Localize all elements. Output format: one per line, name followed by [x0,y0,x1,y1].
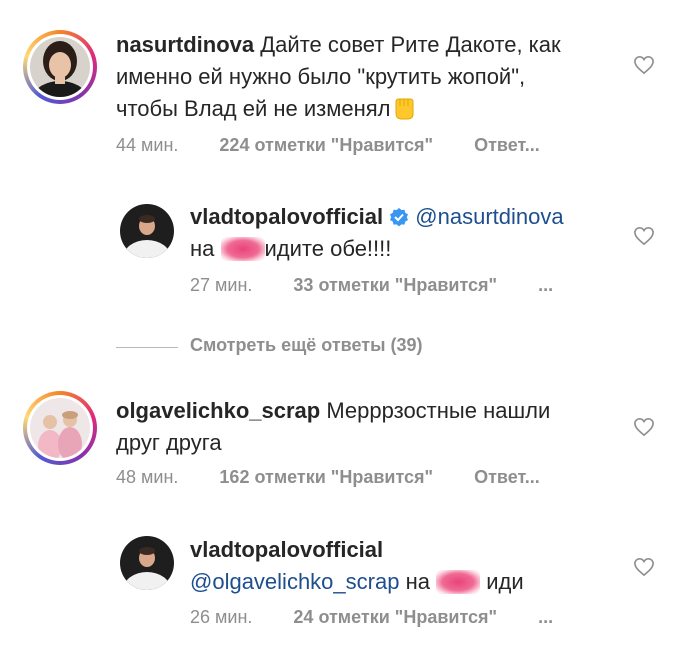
like-heart-icon[interactable] [633,557,655,577]
avatar[interactable] [120,536,174,590]
view-more-label[interactable]: Смотреть ещё ответы (39) [190,335,422,356]
likes-count[interactable]: 162 отметки "Нравится" [219,467,433,487]
like-heart-icon[interactable] [633,417,655,437]
story-ring[interactable] [23,391,97,465]
username[interactable]: olgavelichko_scrap [116,398,320,423]
divider-line [116,347,178,348]
more-options-button[interactable]: ... [538,275,553,295]
like-heart-icon[interactable] [633,55,655,75]
username[interactable]: vladtopalovofficial [190,204,383,229]
view-more-replies[interactable]: Смотреть ещё ответы (39) [116,335,536,361]
likes-count[interactable]: 24 отметки "Нравится" [293,607,497,627]
timestamp: 26 мин. [190,607,253,627]
timestamp: 27 мин. [190,275,253,295]
mention-link[interactable]: @nasurtdinova [415,204,563,229]
comment-text: olgavelichko_scrap Мерррзостные нашли др… [116,395,576,459]
reply-button[interactable]: Ответ... [474,467,540,487]
comment-text: nasurtdinova Дайте совет Рите Дакоте, ка… [116,29,576,125]
comment-meta: 27 мин. 33 отметки "Нравится" ... [190,275,553,296]
verified-badge-icon [390,208,409,227]
comment-meta: 26 мин. 24 отметки "Нравится" ... [190,607,553,628]
censored-blur [436,570,481,594]
comment-meta: 44 мин. 224 отметки "Нравится" Ответ... [116,135,540,156]
mention-link[interactable]: @olgavelichko_scrap [190,569,399,594]
comment-body-end: идите обе!!!! [264,236,392,261]
reply-button[interactable]: Ответ... [474,135,540,155]
comment-body-start: на [190,236,215,261]
avatar[interactable] [30,398,90,458]
comment-body-end: иди [486,569,524,594]
timestamp: 44 мин. [116,135,179,155]
avatar[interactable] [30,37,90,97]
likes-count[interactable]: 224 отметки "Нравится" [219,135,433,155]
censored-blur [220,237,265,261]
comment-body-start: на [405,569,430,594]
username[interactable]: vladtopalovofficial [190,537,383,562]
timestamp: 48 мин. [116,467,179,487]
story-ring[interactable] [23,30,97,104]
likes-count[interactable]: 33 отметки "Нравится" [293,275,497,295]
like-heart-icon[interactable] [633,226,655,246]
comment-meta: 48 мин. 162 отметки "Нравится" Ответ... [116,467,540,488]
more-options-button[interactable]: ... [538,607,553,627]
comment-text: vladtopalovofficial @olgavelichko_scrap … [190,534,620,598]
fist-emoji-icon [395,98,414,120]
avatar[interactable] [120,204,174,258]
username[interactable]: nasurtdinova [116,32,254,57]
comment-text: vladtopalovofficial @nasurtdinova на иди… [190,201,620,265]
